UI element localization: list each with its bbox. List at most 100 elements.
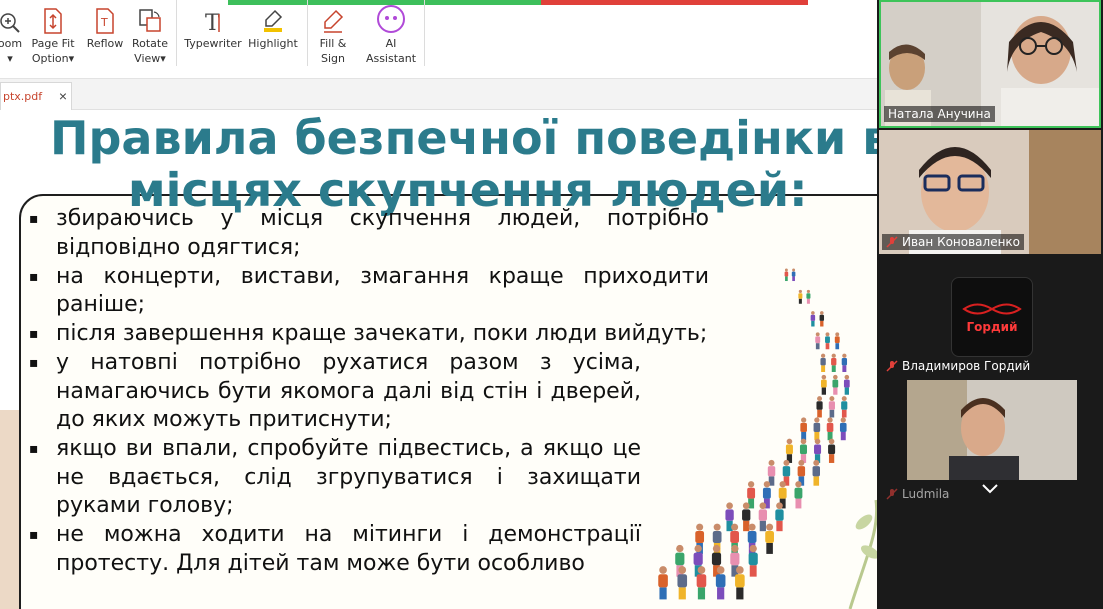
crowd-person [841, 353, 848, 372]
rotate-view-label: Rotate View▾ [131, 37, 168, 65]
highlight-label: Highlight [248, 37, 298, 50]
crowd-person [748, 544, 758, 577]
muted-mic-icon [886, 488, 898, 500]
crowd-person [820, 374, 827, 395]
crowd-person [839, 417, 847, 441]
document-tab[interactable]: ptx.pdf × [0, 82, 72, 110]
highlight-button[interactable]: Highlight [246, 0, 300, 72]
crowd-person [791, 268, 796, 282]
reflow-icon: T [94, 0, 116, 34]
participant-name: Владимиров Гордий [902, 359, 1031, 373]
avatar-text: Гордий [966, 320, 1018, 334]
crowd-person [825, 332, 830, 350]
crowd-person [819, 311, 825, 327]
list-item-text: збираючись у місця скупчення людей, потр… [56, 206, 709, 260]
participant-name: Иван Коноваленко [902, 235, 1021, 249]
crowd-person [815, 332, 821, 350]
reflow-button[interactable]: T Reflow [84, 0, 126, 72]
list-item-text: не можна ходити на мітинги і демонстраці… [56, 522, 641, 576]
crowd-person [715, 566, 726, 600]
crowd-person [800, 417, 807, 441]
crowd-person [677, 566, 688, 600]
progress-bar-red [541, 0, 808, 5]
muted-mic-icon [886, 360, 898, 372]
crowd-person [814, 438, 822, 463]
list-item: ▪ у натовпі потрібно рухатися разом з усі… [29, 349, 641, 435]
zoom-icon [0, 0, 21, 34]
typewriter-icon: T [201, 0, 225, 34]
list-item: ▪ збираючись у місця скупчення людей, пот… [29, 205, 709, 262]
crowd-person [765, 523, 774, 554]
rotate-view-button[interactable]: Rotate View▾ [130, 0, 170, 72]
list-item: ▪ не можна ходити на мітинги і демонстрац… [29, 521, 641, 578]
pdf-toolbar: oom ▾ Page Fit Option▾ T Reflow Rotate V… [0, 0, 877, 79]
crowd-illustration [658, 268, 877, 609]
crowd-person [841, 396, 848, 418]
crowd-person [832, 374, 839, 395]
participant-name-bar: Владимиров Гордий [882, 358, 1034, 374]
crowd-people [658, 268, 850, 600]
crowd-person [813, 417, 821, 441]
crowd-person [767, 459, 776, 486]
rotate-view-icon [138, 0, 162, 34]
toolbar-divider [424, 0, 425, 66]
crowd-person [758, 502, 768, 532]
ai-assistant-button[interactable]: AI Assistant [362, 0, 420, 72]
participant-name-bar: Натала Анучина [884, 106, 995, 122]
participant-name: Ludmila [902, 487, 950, 501]
crowd-person [831, 353, 837, 372]
crowd-person [810, 311, 816, 327]
participant-tile-ivan[interactable]: Иван Коноваленко [879, 130, 1101, 254]
bullet-marker: ▪ [29, 355, 39, 371]
safety-rules-list: ▪ збираючись у місця скупчення людей, пот… [29, 205, 709, 579]
bullet-marker: ▪ [29, 527, 39, 543]
svg-text:T: T [205, 11, 220, 34]
page-fit-icon [42, 0, 64, 34]
crowd-person [820, 353, 826, 372]
pen-icon [321, 0, 345, 34]
ornament-icon [962, 303, 1022, 315]
ai-assistant-icon [376, 0, 406, 34]
crowd-person [834, 332, 840, 350]
participant-tile-natala[interactable]: Натала Анучина [879, 0, 1101, 128]
participant-name-bar: Иван Коноваленко [882, 234, 1025, 250]
bullet-marker: ▪ [29, 326, 39, 342]
crowd-person [775, 502, 784, 532]
crowd-person [828, 396, 835, 418]
ai-assistant-label: AI Assistant [365, 37, 417, 65]
toolbar-divider [307, 0, 308, 66]
reflow-label: Reflow [86, 37, 124, 50]
crowd-person [794, 481, 803, 509]
list-item: ▪ на концерти, вистави, змагання краще пр… [29, 263, 709, 320]
muted-mic-icon [886, 236, 898, 248]
slide-title: Правила безпечної поведінки в місцях ску… [0, 112, 877, 216]
slide-title-line-1: Правила безпечної поведінки в [50, 111, 877, 165]
avatar: Гордий [951, 277, 1033, 357]
crowd-person [816, 396, 823, 418]
list-item: ▪ після завершення краще зачекати, поки л… [29, 320, 709, 349]
pdf-page: Правила безпечної поведінки в місцях ску… [0, 110, 877, 609]
participant-name-bar: Ludmila [882, 486, 953, 502]
close-tab-icon[interactable]: × [59, 88, 67, 104]
highlight-icon [261, 0, 285, 34]
typewriter-button[interactable]: T Typewriter [184, 0, 242, 72]
chevron-down-icon[interactable] [980, 483, 1000, 495]
document-tab-strip: ptx.pdf × [0, 79, 877, 110]
typewriter-label: Typewriter [184, 37, 242, 50]
fill-sign-button[interactable]: Fill & Sign [313, 0, 353, 72]
zoom-button[interactable]: oom ▾ [0, 0, 24, 72]
crowd-person [785, 438, 793, 463]
list-item-text: після завершення краще зачекати, поки лю… [56, 321, 708, 346]
bullet-marker: ▪ [29, 211, 39, 227]
fill-sign-label: Fill & Sign [319, 37, 347, 65]
zoom-label: oom [0, 37, 23, 50]
document-tab-name: ptx.pdf [3, 90, 43, 103]
svg-text:T: T [100, 16, 108, 29]
list-item: ▪ якщо ви впали, спробуйте підвестись, а … [29, 435, 641, 521]
crowd-person [812, 459, 820, 486]
page-fit-option-button[interactable]: Page Fit Option▾ [30, 0, 76, 72]
list-item-text: на концерти, вистави, змагання краще при… [56, 263, 709, 318]
crowd-person [735, 566, 745, 600]
participant-tile-gordiy[interactable]: Гордий Владимиров Гордий [879, 256, 1101, 378]
bullet-marker: ▪ [29, 268, 39, 285]
